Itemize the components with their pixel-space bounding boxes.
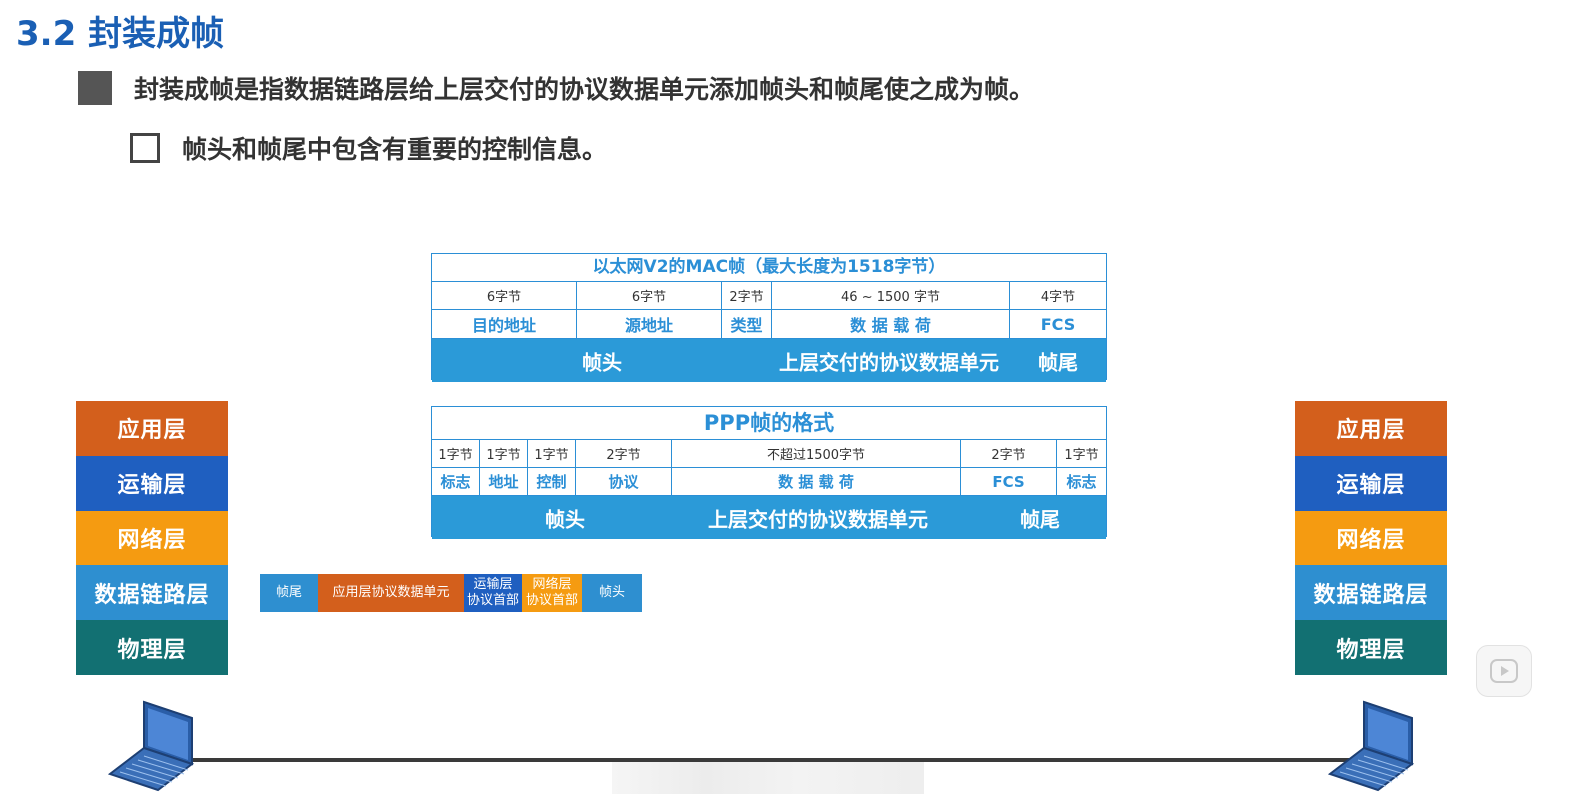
ppp-field-address: 地址 [480,468,528,495]
ppp-bar-trailer: 帧尾 [1020,507,1060,531]
ppp-field-flag: 标志 [432,468,480,495]
mac-size-src: 6字节 [577,282,722,309]
packet-network-header: 网络层 协议首部 [522,574,582,612]
packet-transport-header: 运输层 协议首部 [464,574,522,612]
encapsulated-frame: 帧尾 应用层协议数据单元 运输层 协议首部 网络层 协议首部 帧头 [260,574,642,612]
mac-field-fcs: FCS [1040,314,1076,334]
ppp-size-control: 1字节 [528,440,576,467]
mac-field-src: 源地址 [577,310,722,338]
bullet-sub-text: 帧头和帧尾中包含有重要的控制信息。 [182,135,608,164]
mac-field-dest: 目的地址 [432,310,577,338]
laptop-icon [1328,700,1415,792]
mac-field-payload: 数 据 载 荷 [772,310,1010,338]
layer-network-left: 网络层 [76,510,228,566]
layer-datalink-right: 数据链路层 [1295,565,1447,621]
blurred-region [612,762,924,794]
mac-size-dest: 6字节 [432,282,577,309]
layer-transport-right: 运输层 [1295,455,1447,511]
ppp-frame-size-row: 1字节 1字节 1字节 2字节 不超过1500字节 2字节 1字节 [432,440,1106,468]
page-title: 3.2 封装成帧 [16,14,225,54]
ppp-size-flag: 1字节 [432,440,480,467]
ppp-size-payload: 不超过1500字节 [672,440,961,467]
filled-square-bullet-icon [78,71,112,105]
mac-size-payload: 46 ~ 1500 字节 [772,282,1010,309]
ppp-frame-field-row: 标志 地址 控制 协议 数 据 载 荷 FCS 标志 [432,468,1106,496]
mac-bar-trailer: 帧尾 [1038,350,1078,374]
ppp-size-flag-end: 1字节 [1064,448,1099,463]
layer-application-right: 应用层 [1295,401,1447,456]
ppp-bar-payload: 上层交付的协议数据单元 [708,507,928,531]
play-button[interactable] [1476,645,1532,697]
layer-transport-left: 运输层 [76,455,228,511]
bullet-sub: 帧头和帧尾中包含有重要的控制信息。 [130,130,607,166]
ppp-bar-header: 帧头 [545,507,585,531]
packet-trailer: 帧尾 [260,574,318,612]
bullet-main-text: 封装成帧是指数据链路层给上层交付的协议数据单元添加帧头和帧尾使之成为帧。 [134,75,1035,104]
packet-app-data: 应用层协议数据单元 [318,574,464,612]
mac-size-type: 2字节 [722,282,772,309]
ppp-frame-caption: PPP帧的格式 [432,407,1106,440]
ppp-field-fcs: FCS [961,468,1057,495]
protocol-stack-left: 应用层 运输层 网络层 数据链路层 物理层 [76,401,228,675]
empty-square-bullet-icon [130,133,160,163]
bullet-main: 封装成帧是指数据链路层给上层交付的协议数据单元添加帧头和帧尾使之成为帧。 [78,70,1034,106]
ppp-size-fcs: 2字节 [961,440,1057,467]
mac-bar-header: 帧头 [582,350,622,374]
layer-physical-right: 物理层 [1295,620,1447,675]
protocol-stack-right: 应用层 运输层 网络层 数据链路层 物理层 [1295,401,1447,675]
mac-bar-payload: 上层交付的协议数据单元 [779,350,999,374]
mac-frame-field-row: 目的地址 源地址 类型 数 据 载 荷 FCS [432,310,1106,339]
packet-header: 帧头 [582,574,642,612]
mac-field-type: 类型 [722,310,772,338]
mac-size-fcs: 4字节 [1040,290,1076,305]
layer-application-left: 应用层 [76,401,228,456]
ppp-frame-table: PPP帧的格式 1字节 1字节 1字节 2字节 不超过1500字节 2字节 1字… [431,406,1107,539]
mac-frame-table: 以太网V2的MAC帧（最大长度为1518字节） 6字节 6字节 2字节 46 ~… [431,253,1107,382]
ppp-field-control: 控制 [528,468,576,495]
play-icon [1490,659,1518,683]
ppp-size-protocol: 2字节 [576,440,672,467]
mac-frame-size-row: 6字节 6字节 2字节 46 ~ 1500 字节 4字节 [432,282,1106,310]
layer-network-right: 网络层 [1295,510,1447,566]
layer-datalink-left: 数据链路层 [76,565,228,621]
ppp-field-flag-end: 标志 [1066,473,1097,491]
laptop-icon [108,700,195,792]
layer-physical-left: 物理层 [76,620,228,675]
mac-frame-summary-bar: 帧头 上层交付的协议数据单元 帧尾 [432,339,1106,382]
ppp-field-protocol: 协议 [576,468,672,495]
ppp-frame-summary-bar: 帧头 上层交付的协议数据单元 帧尾 [432,496,1106,539]
ppp-field-payload: 数 据 载 荷 [672,468,961,495]
mac-frame-caption: 以太网V2的MAC帧（最大长度为1518字节） [432,254,1106,282]
ppp-size-address: 1字节 [480,440,528,467]
